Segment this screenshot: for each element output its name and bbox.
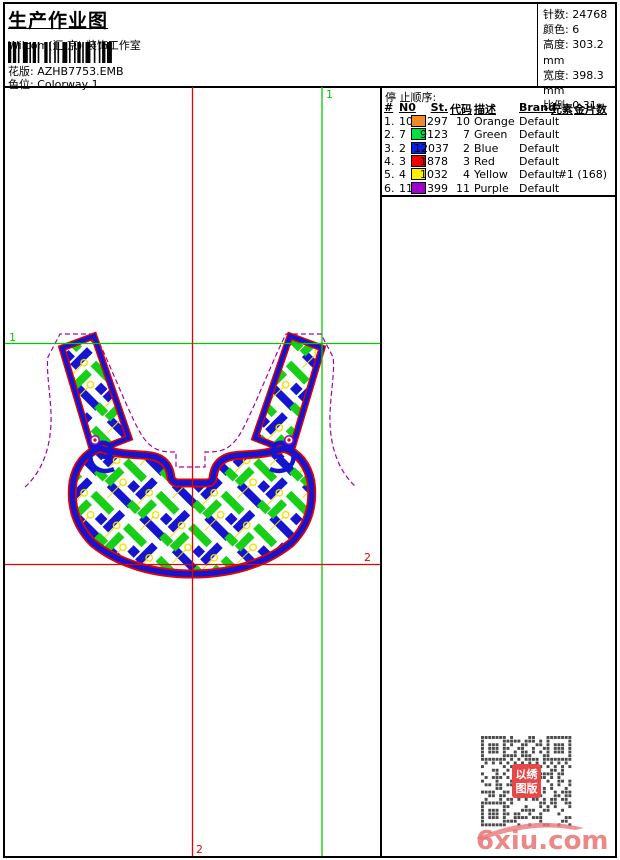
color-description: Red xyxy=(474,155,495,168)
watermark-text: 6xiu.com xyxy=(476,826,609,856)
needle-number: 4 xyxy=(399,168,406,181)
stitch-count: 297 xyxy=(414,115,448,128)
left-strap xyxy=(62,336,129,452)
watermark: 6xiu.com xyxy=(472,820,592,858)
color-code: 11 xyxy=(450,182,470,195)
stop-number: 1. xyxy=(384,115,395,128)
guide-label-2-bottom: 2 xyxy=(196,843,203,856)
color-description: Purple xyxy=(474,182,509,195)
thread-brand: Default xyxy=(519,182,559,195)
thread-brand: Default xyxy=(519,115,559,128)
production-worksheet: 生产作业图 Wilcom(汇 京) 装饰工作室 花版: AZHB7753.EMB… xyxy=(0,0,620,860)
stitch-count: 12037 xyxy=(414,142,448,155)
svg-text:图版: 图版 xyxy=(516,781,538,795)
thread-row: 6.1139911PurpleDefault xyxy=(382,182,615,195)
needle-number: 2 xyxy=(399,142,406,155)
stat-colors: 颜色: 6 xyxy=(543,22,615,37)
stitch-count: 1878 xyxy=(414,155,448,168)
stop-number: 6. xyxy=(384,182,395,195)
color-code: 2 xyxy=(450,142,470,155)
guide-label-2-right: 2 xyxy=(364,551,371,564)
hoop-guides: 1 1 2 2 xyxy=(5,87,380,856)
design-canvas: 1 1 2 2 xyxy=(4,87,381,856)
color-code: 3 xyxy=(450,155,470,168)
guide-label-1-left: 1 xyxy=(9,331,16,344)
thread-brand: Default xyxy=(519,155,559,168)
qr-stamp: 以绣 图版 xyxy=(512,764,541,798)
stat-height: 高度: 303.2 mm xyxy=(543,37,615,67)
thread-brand: Default xyxy=(519,128,559,141)
thread-row: 1.1029710OrangeDefault xyxy=(382,115,615,128)
guide-label-1-top: 1 xyxy=(326,88,333,101)
barcode xyxy=(8,42,148,63)
stop-sequence-table: 停 止顺序: # N0 St. 代码 描述 Brand 元素 金片数 1.102… xyxy=(382,88,615,197)
col-stop: # xyxy=(384,101,393,114)
color-code: 7 xyxy=(450,128,470,141)
stitch-count: 9123 xyxy=(414,128,448,141)
stop-number: 4. xyxy=(384,155,395,168)
stop-number: 3. xyxy=(384,142,395,155)
thread-row: 5.410324YellowDefault#1 (168) xyxy=(382,168,615,181)
stat-stitches: 针数: 24768 xyxy=(543,7,615,22)
thread-brand: Default xyxy=(519,142,559,155)
stop-number: 2. xyxy=(384,128,395,141)
stitch-count: 399 xyxy=(414,182,448,195)
stop-number: 5. xyxy=(384,168,395,181)
design-stats: 针数: 24768 颜色: 6 高度: 303.2 mm 宽度: 398.3 m… xyxy=(537,4,615,87)
stop-sequence-header: # N0 St. 代码 描述 Brand 元素 金片数 xyxy=(382,101,615,114)
qr-code: 以绣 图版 xyxy=(481,736,572,827)
col-stitches: St. xyxy=(414,101,448,114)
stitch-count: 1032 xyxy=(414,168,448,181)
color-code: 4 xyxy=(450,168,470,181)
color-description: Blue xyxy=(474,142,498,155)
right-strap xyxy=(255,336,322,452)
color-code: 10 xyxy=(450,115,470,128)
color-description: Orange xyxy=(474,115,515,128)
thread-row: 4.318783RedDefault xyxy=(382,155,615,168)
needle-number: 7 xyxy=(399,128,406,141)
thread-brand: Default xyxy=(519,168,559,181)
thread-row: 2.791237GreenDefault xyxy=(382,128,615,141)
thread-row: 3.2120372BlueDefault xyxy=(382,142,615,155)
page-title: 生产作业图 xyxy=(8,6,528,33)
svg-text:以绣: 以绣 xyxy=(516,767,539,781)
needle-number: 3 xyxy=(399,155,406,168)
color-description: Yellow xyxy=(474,168,508,181)
color-description: Green xyxy=(474,128,507,141)
sequin-info: #1 (168) xyxy=(558,168,607,181)
